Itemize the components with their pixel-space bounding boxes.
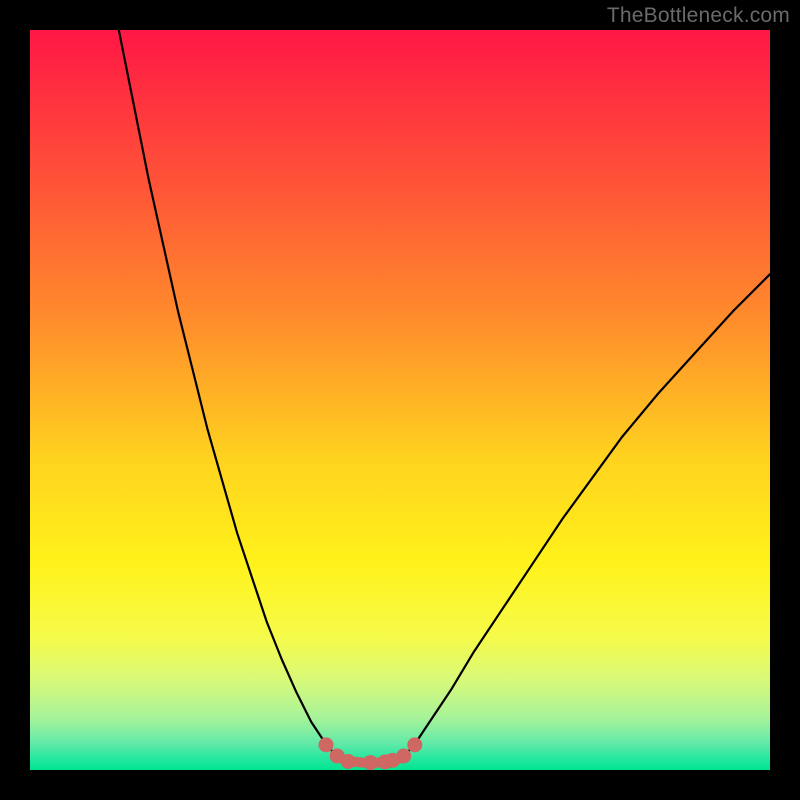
curve-marker (397, 749, 411, 763)
chart-svg (30, 30, 770, 770)
plot-area (30, 30, 770, 770)
curve-marker (341, 754, 355, 768)
curve-marker (408, 738, 422, 752)
chart-frame: TheBottleneck.com (0, 0, 800, 800)
curve-marker (363, 756, 377, 770)
watermark-text: TheBottleneck.com (607, 4, 790, 28)
curve-marker (319, 738, 333, 752)
